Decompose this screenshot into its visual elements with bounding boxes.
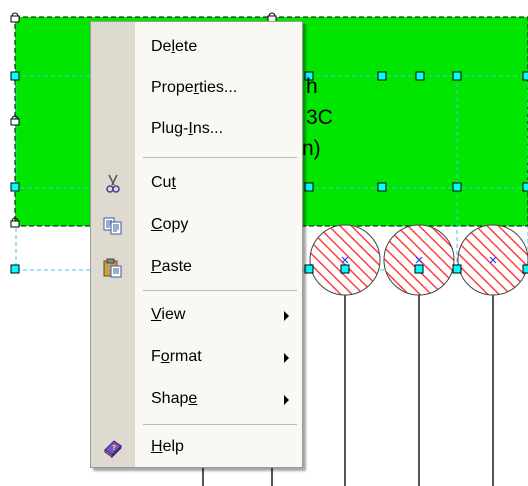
context-menu: Delete Properties... Plug-Ins... Cut Cop… [90, 21, 303, 468]
menu-item-label: Copy [151, 216, 189, 233]
menu-item-delete[interactable]: Delete [91, 28, 302, 66]
menu-item-paste[interactable]: Paste [91, 248, 302, 286]
svg-text:?: ? [112, 444, 116, 452]
shape-text-line-3: n) [302, 137, 321, 160]
shape-text-line-1: h [306, 75, 318, 98]
submenu-arrow-icon [284, 395, 289, 405]
menu-item-label: Properties... [151, 79, 238, 96]
copy-icon [103, 216, 123, 236]
menu-item-label: View [151, 306, 186, 323]
menu-item-copy[interactable]: Copy [91, 206, 302, 244]
menu-item-label: Shape [151, 390, 198, 407]
menu-item-format[interactable]: Format [91, 338, 302, 376]
menu-item-plug-ins[interactable]: Plug-Ins... [91, 110, 302, 148]
menu-item-cut[interactable]: Cut [91, 164, 302, 202]
menu-separator [143, 157, 297, 158]
menu-item-label: Plug-Ins... [151, 120, 224, 137]
menu-item-shape[interactable]: Shape [91, 380, 302, 418]
menu-item-label: Format [151, 348, 202, 365]
help-book-icon: ? [103, 438, 123, 459]
menu-separator [143, 290, 297, 291]
menu-item-label: Cut [151, 174, 176, 191]
menu-item-help[interactable]: ? Help [91, 428, 302, 466]
menu-item-view[interactable]: View [91, 296, 302, 334]
submenu-arrow-icon [284, 353, 289, 363]
menu-item-label: Paste [151, 258, 192, 275]
menu-item-properties[interactable]: Properties... [91, 69, 302, 107]
submenu-arrow-icon [284, 311, 289, 321]
menu-item-label: Help [151, 438, 184, 455]
paste-icon [103, 258, 123, 278]
menu-separator [143, 424, 297, 425]
shape-text-line-2: 3C [306, 106, 333, 129]
menu-item-label: Delete [151, 38, 198, 55]
scissors-icon [103, 174, 123, 194]
